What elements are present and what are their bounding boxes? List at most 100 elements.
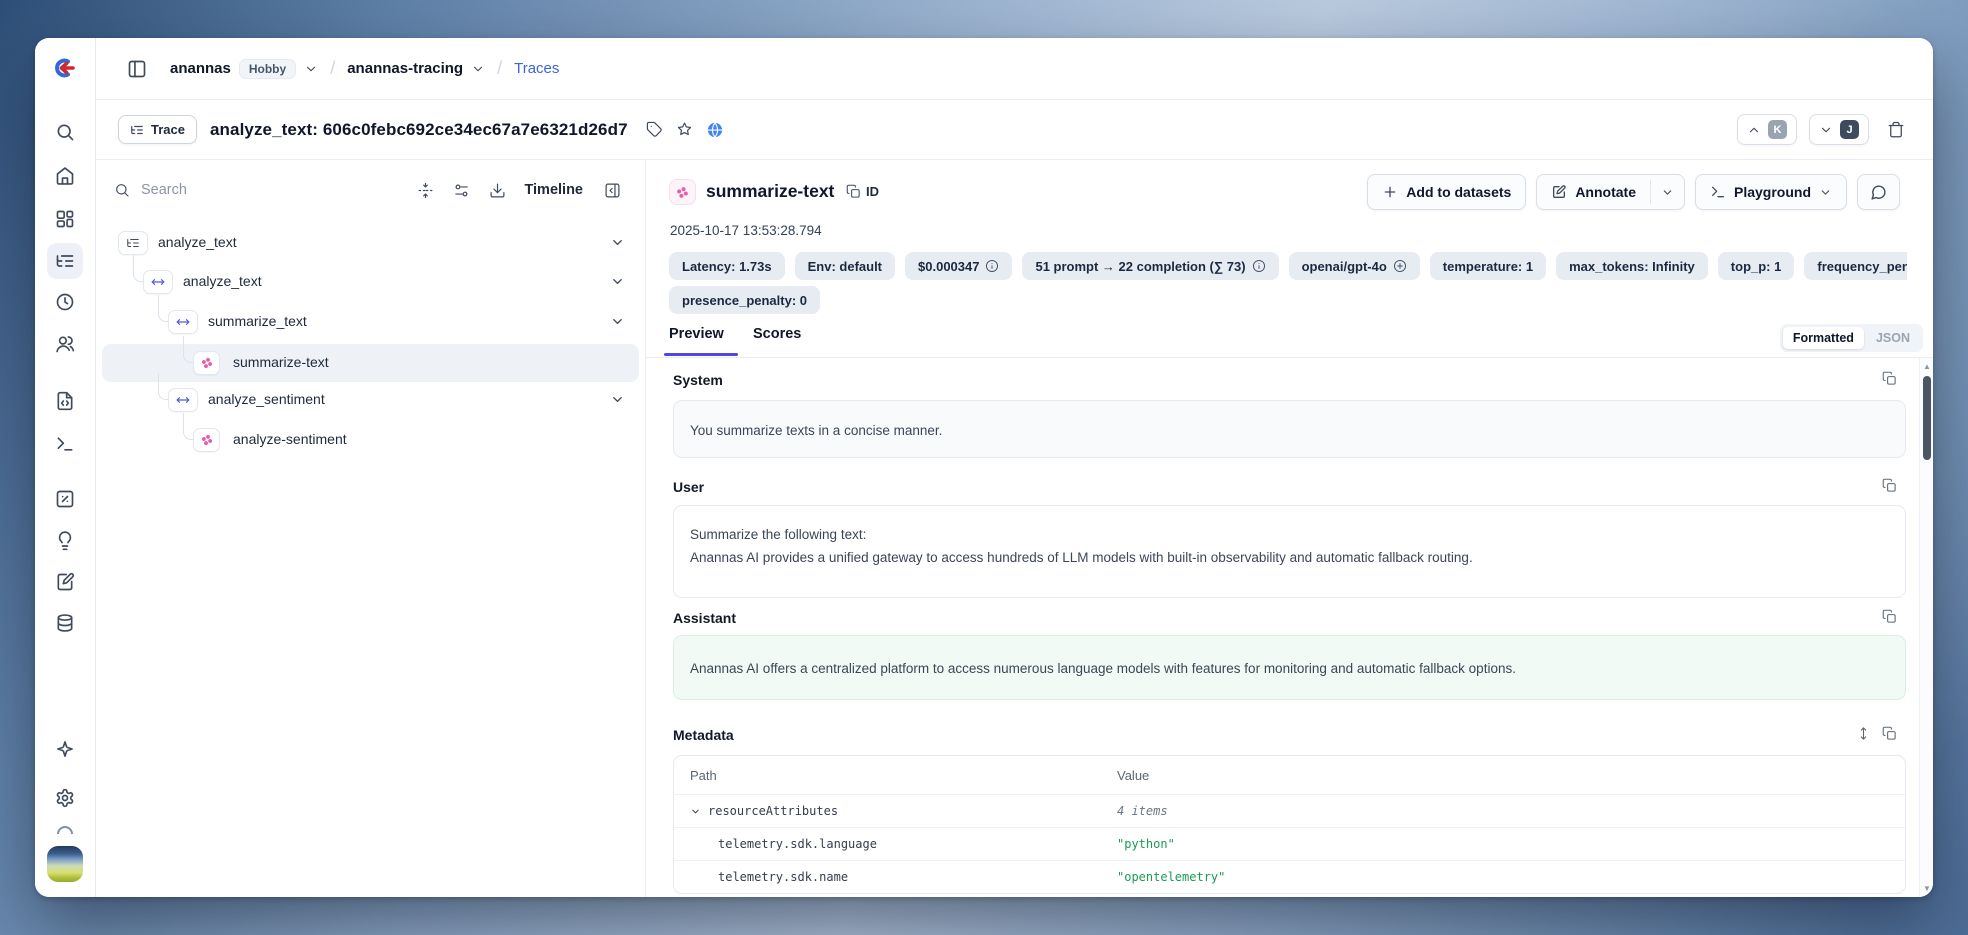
collapse-caret-icon[interactable] bbox=[690, 806, 701, 817]
metadata-row-sdk-language: telemetry.sdk.language "python" bbox=[674, 827, 1905, 860]
tree-row-analyze_text[interactable]: analyze_text bbox=[102, 224, 639, 262]
copy-icon[interactable] bbox=[1882, 609, 1897, 624]
home-icon[interactable] bbox=[47, 158, 83, 194]
insights-icon[interactable] bbox=[47, 523, 83, 559]
collapse-all-icon[interactable] bbox=[410, 175, 440, 205]
copy-icon[interactable] bbox=[1882, 726, 1897, 741]
breadcrumb-separator: / bbox=[330, 58, 335, 79]
observation-title: summarize-text bbox=[706, 181, 834, 202]
project-selector[interactable]: anannas-tracing bbox=[347, 60, 485, 77]
sidebar-toggle-icon[interactable] bbox=[122, 54, 152, 84]
plus-circle-icon[interactable] bbox=[1393, 259, 1407, 273]
chevron-down-icon[interactable] bbox=[610, 314, 625, 329]
search-icon[interactable] bbox=[47, 114, 83, 150]
info-icon[interactable] bbox=[985, 259, 999, 273]
copy-icon[interactable] bbox=[1882, 371, 1897, 386]
evaluation-icon[interactable] bbox=[47, 481, 83, 517]
breadcrumb-traces-link[interactable]: Traces bbox=[514, 60, 559, 77]
public-globe-icon[interactable] bbox=[700, 115, 730, 145]
tree-search-input[interactable] bbox=[141, 182, 261, 198]
observation-tree-panel: Timeline analyze_text analyze_text summa… bbox=[96, 160, 645, 897]
id-label: ID bbox=[866, 184, 879, 199]
assistant-section-label: Assistant bbox=[673, 610, 736, 626]
sessions-icon[interactable] bbox=[47, 284, 83, 320]
frequency-penalty-badge: frequency_penalty: 0 bbox=[1804, 252, 1907, 280]
info-icon[interactable] bbox=[1252, 259, 1266, 273]
chevron-down-icon bbox=[1819, 123, 1833, 137]
latency-badge: Latency: 1.73s bbox=[669, 252, 785, 280]
annotate-button[interactable]: Annotate bbox=[1537, 175, 1650, 209]
playground-button[interactable]: Playground bbox=[1695, 174, 1847, 210]
download-icon[interactable] bbox=[482, 175, 512, 205]
expand-vertical-icon[interactable] bbox=[1856, 726, 1871, 741]
upgrade-sparkle-icon[interactable] bbox=[47, 731, 83, 767]
trace-title-bar: Trace analyze_text: 606c0febc692ce34ec67… bbox=[96, 100, 1933, 160]
scroll-down-arrow[interactable]: ▼ bbox=[1920, 884, 1933, 893]
tab-scores[interactable]: Scores bbox=[753, 326, 801, 342]
max-tokens-badge: max_tokens: Infinity bbox=[1556, 252, 1708, 280]
nav-up-button[interactable]: K bbox=[1737, 114, 1797, 145]
detail-actions: Add to datasets Annotate Playground bbox=[1367, 174, 1900, 210]
star-icon[interactable] bbox=[670, 115, 700, 145]
tabs-divider bbox=[646, 357, 1933, 358]
scroll-up-arrow[interactable]: ▲ bbox=[1920, 362, 1933, 371]
span-icon bbox=[168, 310, 198, 334]
datasets-icon[interactable] bbox=[47, 605, 83, 641]
add-to-datasets-button[interactable]: Add to datasets bbox=[1367, 174, 1526, 210]
trace-type-label: Trace bbox=[151, 122, 185, 137]
tab-preview[interactable]: Preview bbox=[669, 326, 724, 342]
comment-button[interactable] bbox=[1857, 174, 1900, 210]
tree-row-analyze_text-span[interactable]: analyze_text bbox=[102, 263, 639, 301]
metadata-row-sdk-name: telemetry.sdk.name "opentelemetry" bbox=[674, 860, 1905, 893]
tree-row-analyze-sentiment[interactable]: analyze-sentiment bbox=[102, 421, 639, 459]
copy-icon bbox=[846, 184, 861, 199]
playground-icon[interactable] bbox=[47, 426, 83, 462]
trace-icon bbox=[118, 231, 148, 255]
tree-row-label: analyze_text bbox=[158, 234, 237, 250]
tree-row-summarize-text-selected[interactable]: summarize-text bbox=[102, 344, 639, 382]
anannas-logo[interactable] bbox=[51, 54, 79, 82]
user-message-box: Summarize the following text: Anannas AI… bbox=[673, 505, 1906, 598]
env-badge: Env: default bbox=[795, 252, 895, 280]
tracing-icon[interactable] bbox=[47, 243, 83, 279]
edit-pencil-icon bbox=[1551, 184, 1567, 200]
timeline-toggle[interactable]: Timeline bbox=[524, 182, 583, 198]
tree-row-label: summarize-text bbox=[233, 354, 329, 370]
plus-icon bbox=[1382, 184, 1398, 200]
scrollbar-thumb[interactable] bbox=[1923, 376, 1931, 460]
nav-down-button[interactable]: J bbox=[1809, 114, 1869, 145]
users-icon[interactable] bbox=[47, 326, 83, 362]
terminal-icon bbox=[1710, 184, 1726, 200]
tag-icon[interactable] bbox=[640, 115, 670, 145]
prompts-icon[interactable] bbox=[47, 383, 83, 419]
annotate-dropdown-chevron[interactable] bbox=[1651, 175, 1684, 209]
tokens-badge: 51 prompt → 22 completion (∑ 73) bbox=[1022, 252, 1278, 280]
json-toggle[interactable]: JSON bbox=[1866, 327, 1920, 349]
chevron-down-icon[interactable] bbox=[610, 235, 625, 250]
tree-settings-icon[interactable] bbox=[446, 175, 476, 205]
chevron-down-icon[interactable] bbox=[610, 274, 625, 289]
metadata-section-label: Metadata bbox=[673, 727, 734, 743]
delete-trash-icon[interactable] bbox=[1881, 115, 1911, 145]
collapse-panel-icon[interactable] bbox=[597, 175, 627, 205]
list-tree-icon bbox=[130, 123, 144, 137]
formatted-toggle[interactable]: Formatted bbox=[1783, 327, 1864, 349]
temperature-badge: temperature: 1 bbox=[1430, 252, 1546, 280]
span-icon bbox=[143, 270, 173, 294]
plan-badge: Hobby bbox=[239, 59, 296, 79]
column-value: Value bbox=[1117, 768, 1905, 783]
chevron-down-icon[interactable] bbox=[610, 392, 625, 407]
sidebar bbox=[35, 38, 96, 897]
assistant-message-box: Anannas AI offers a centralized platform… bbox=[673, 635, 1906, 700]
chevron-up-icon bbox=[1747, 123, 1761, 137]
copy-id-button[interactable]: ID bbox=[846, 184, 879, 199]
dashboard-icon[interactable] bbox=[47, 201, 83, 237]
settings-gear-icon[interactable] bbox=[47, 780, 83, 816]
annotate-split-button: Annotate bbox=[1536, 174, 1685, 210]
copy-icon[interactable] bbox=[1882, 478, 1897, 493]
org-selector[interactable]: anannas Hobby bbox=[170, 59, 318, 79]
breadcrumb-separator: / bbox=[497, 58, 502, 79]
tree-row-label: analyze_text bbox=[183, 273, 262, 289]
annotation-icon[interactable] bbox=[47, 564, 83, 600]
user-avatar[interactable] bbox=[47, 846, 83, 882]
